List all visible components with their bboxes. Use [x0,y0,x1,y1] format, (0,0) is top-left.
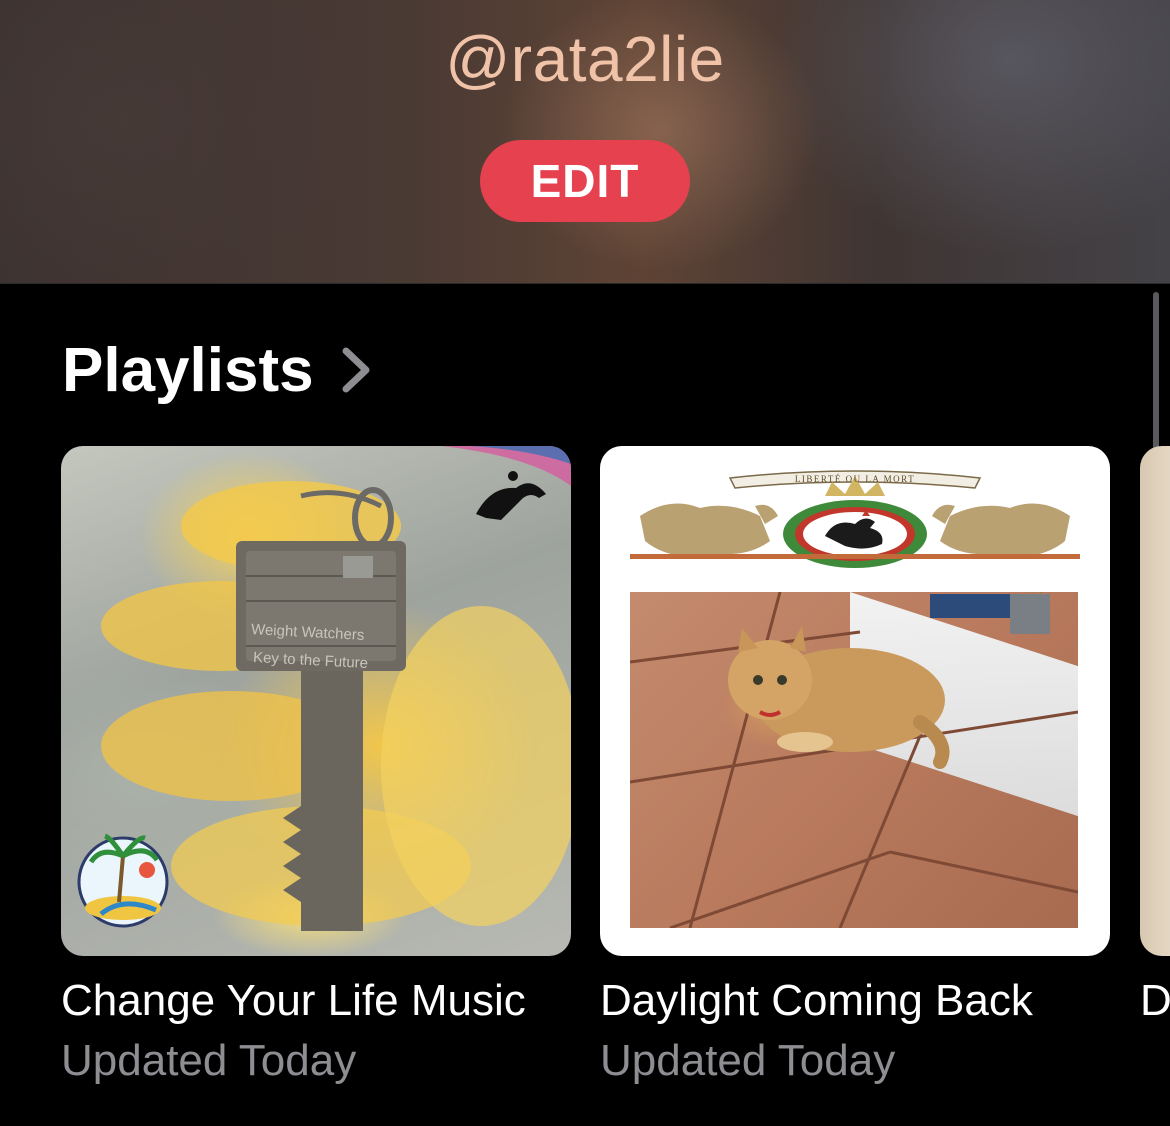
key-artwork-illustration [77,446,571,931]
playlist-updated-label: Updated Today [61,1036,357,1085]
profile-screen: @rata2lie EDIT Playlists Weight Watchers… [0,0,1170,1126]
cat-photo-illustration [630,592,1078,928]
playlist-card[interactable]: Weight Watchers Key to the Future Change… [61,446,571,1086]
playlists-section-header[interactable]: Playlists [62,332,372,408]
playlist-artwork: LIBERTÉ OU LA MORT [600,446,1110,956]
section-title: Playlists [62,335,314,405]
header-divider [0,283,1170,284]
profile-handle: @rata2lie [445,23,725,95]
chevron-right-icon [342,347,370,393]
playlist-artwork-partial[interactable] [1140,446,1170,956]
cat-photo [630,592,1078,928]
playlist-artwork: Weight Watchers Key to the Future [61,446,571,956]
banner-motto: LIBERTÉ OU LA MORT [794,474,916,484]
playlist-card[interactable]: LIBERTÉ OU LA MORT Daylight Coming Back … [600,446,1110,1086]
playlist-title: Daylight Coming Back [600,976,1033,1025]
coat-of-arms-illustration [630,470,1080,568]
playlist-title: Change Your Life Music [61,976,526,1025]
edit-profile-button[interactable]: EDIT [480,140,690,222]
playlist-updated-label: Updated Today [600,1036,896,1085]
playlist-title-partial: D [1140,976,1170,1025]
profile-header: @rata2lie EDIT [0,0,1170,283]
